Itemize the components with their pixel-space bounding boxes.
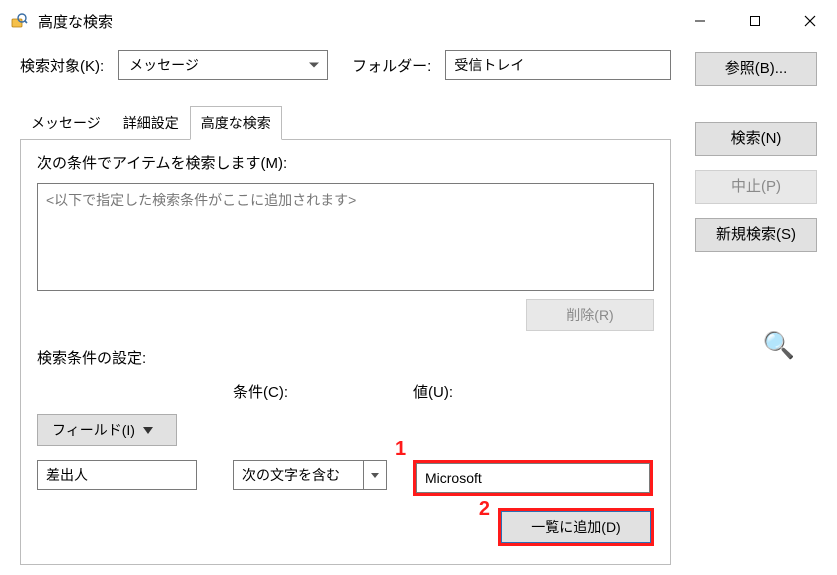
tab-details[interactable]: 詳細設定 — [112, 106, 190, 140]
condition-label: 条件(C): — [233, 382, 387, 404]
field-button[interactable]: フィールド(I) — [37, 414, 177, 446]
value-input[interactable]: Microsoft — [416, 463, 650, 493]
delete-button[interactable]: 削除(R) — [526, 299, 654, 331]
advanced-panel: 次の条件でアイテムを検索します(M): <以下で指定した検索条件がここに追加され… — [20, 139, 671, 565]
app-icon — [10, 12, 28, 30]
search-button[interactable]: 検索(N) — [695, 122, 817, 156]
chevron-down-icon — [363, 460, 387, 490]
search-target-label: 検索対象(K): — [20, 55, 104, 76]
condition-value: 次の文字を含む — [233, 460, 363, 490]
field-value-input[interactable]: 差出人 — [37, 460, 197, 490]
condition-select[interactable]: 次の文字を含む — [233, 460, 387, 490]
tab-messages[interactable]: メッセージ — [20, 106, 112, 140]
folder-input[interactable]: 受信トレイ — [445, 50, 671, 80]
value-label: 値(U): — [413, 382, 654, 404]
annotation-box-1: Microsoft — [413, 460, 653, 496]
tabs: メッセージ 詳細設定 高度な検索 — [20, 106, 671, 140]
settings-label: 検索条件の設定: — [37, 347, 654, 368]
dropdown-icon — [143, 427, 153, 434]
browse-button[interactable]: 参照(B)... — [695, 52, 817, 86]
minimize-button[interactable] — [672, 0, 727, 42]
criteria-label: 次の条件でアイテムを検索します(M): — [37, 152, 654, 173]
field-button-label: フィールド(I) — [52, 420, 135, 440]
search-target-dropdown[interactable]: メッセージ — [118, 50, 328, 80]
magnifier-icon: 🔍 — [763, 330, 795, 361]
criteria-list[interactable]: <以下で指定した検索条件がここに追加されます> — [37, 183, 654, 291]
window-controls — [672, 0, 837, 42]
window-title: 高度な検索 — [38, 11, 672, 32]
annotation-marker-1: 1 — [395, 438, 406, 461]
maximize-button[interactable] — [727, 0, 782, 42]
new-search-button[interactable]: 新規検索(S) — [695, 218, 817, 252]
close-button[interactable] — [782, 0, 837, 42]
annotation-marker-2: 2 — [479, 498, 490, 521]
tab-advanced[interactable]: 高度な検索 — [190, 106, 282, 140]
annotation-box-2: 一覧に追加(D) — [498, 508, 654, 546]
add-to-list-button[interactable]: 一覧に追加(D) — [501, 511, 651, 543]
stop-button[interactable]: 中止(P) — [695, 170, 817, 204]
folder-label: フォルダー: — [352, 55, 431, 76]
titlebar: 高度な検索 — [0, 0, 837, 42]
search-target-row: 検索対象(K): メッセージ フォルダー: 受信トレイ — [20, 50, 671, 80]
